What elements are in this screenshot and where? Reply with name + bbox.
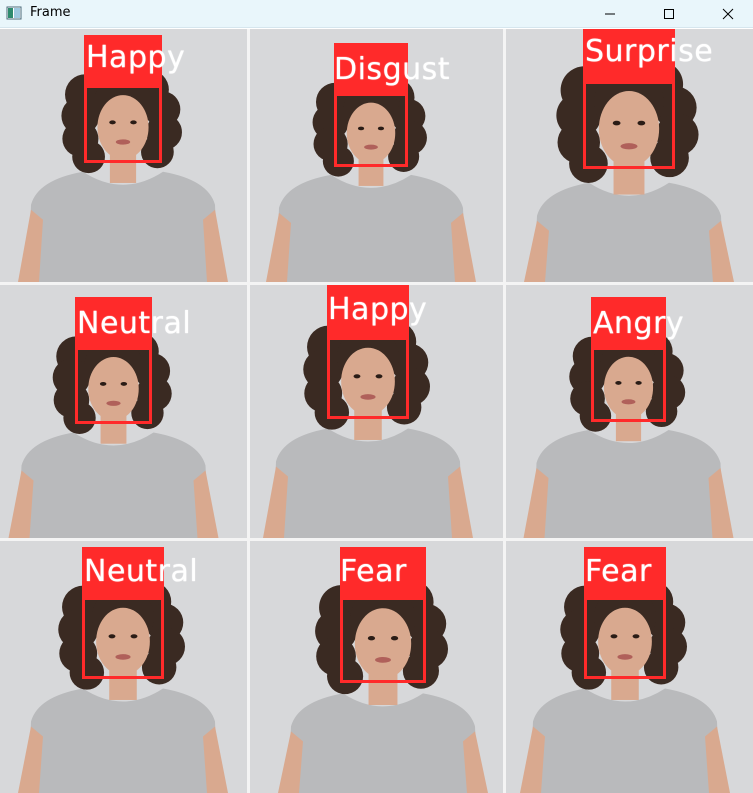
arm-shape (709, 220, 734, 282)
emotion-label: Fear (340, 554, 407, 589)
shirt-shape (18, 432, 209, 538)
emotion-label: Surprise (585, 34, 714, 69)
detection-frame: Angry (506, 285, 753, 538)
detection-frame: Neutral (0, 541, 247, 793)
arm-shape (520, 726, 545, 793)
arm-shape (266, 212, 291, 282)
face-bounding-box (584, 597, 666, 679)
face-bounding-box (82, 597, 164, 679)
shirt-shape (28, 171, 218, 282)
face-bounding-box (334, 93, 408, 167)
arm-shape (524, 220, 549, 282)
face-bounding-box (583, 81, 675, 169)
arm-shape (705, 726, 730, 793)
arm-shape (451, 212, 476, 282)
detection-frame: Fear (250, 541, 503, 793)
emotion-label: Happy (86, 40, 186, 75)
app-icon (6, 6, 22, 20)
face-bounding-box (591, 347, 666, 422)
face-bounding-box (327, 337, 409, 419)
arm-shape (448, 466, 473, 538)
emotion-label: Neutral (77, 306, 192, 341)
maximize-icon (664, 8, 674, 19)
video-frame-canvas: Happy Disgust Surprise Neutral Happy Angry Neu… (0, 29, 753, 793)
detection-frame: Surprise (506, 29, 753, 282)
title-bar[interactable]: Frame (0, 0, 753, 28)
face-bounding-box (75, 347, 152, 424)
detection-frame: Happy (0, 29, 247, 282)
minimize-button[interactable] (587, 0, 633, 27)
detection-frame: Happy (250, 285, 503, 538)
face-bounding-box (340, 597, 426, 683)
close-button[interactable] (705, 0, 751, 27)
emotion-label: Neutral (84, 554, 199, 589)
grid-divider (247, 29, 250, 793)
arm-shape (523, 468, 549, 538)
arm-shape (18, 726, 43, 793)
arm-shape (193, 470, 219, 538)
grid-divider (0, 282, 753, 285)
grid-divider (0, 538, 753, 541)
shirt-shape (288, 693, 478, 793)
arm-shape (18, 209, 43, 282)
frame-window: Frame Happy Disgust Surprise Neutral Happy An… (0, 0, 753, 793)
close-icon (722, 8, 734, 19)
shirt-shape (534, 182, 724, 282)
emotion-label: Fear (585, 554, 652, 589)
arm-shape (8, 470, 34, 538)
minimize-icon (605, 13, 615, 14)
detection-frame: Disgust (250, 29, 503, 282)
maximize-button[interactable] (646, 0, 692, 27)
arm-shape (278, 731, 303, 793)
arm-shape (203, 209, 228, 282)
face-bounding-box (84, 85, 162, 163)
emotion-label: Disgust (334, 52, 451, 87)
detection-frame: Neutral (0, 285, 247, 538)
shirt-shape (530, 688, 720, 793)
window-title: Frame (30, 5, 71, 20)
grid-divider (503, 29, 506, 793)
detection-frame: Fear (506, 541, 753, 793)
emotion-label: Angry (593, 306, 685, 341)
arm-shape (463, 731, 488, 793)
shirt-shape (533, 430, 724, 538)
arm-shape (263, 466, 288, 538)
arm-shape (203, 726, 228, 793)
emotion-label: Happy (328, 292, 428, 327)
arm-shape (708, 468, 734, 538)
shirt-shape (273, 428, 463, 538)
shirt-shape (276, 174, 466, 282)
shirt-shape (28, 688, 218, 793)
